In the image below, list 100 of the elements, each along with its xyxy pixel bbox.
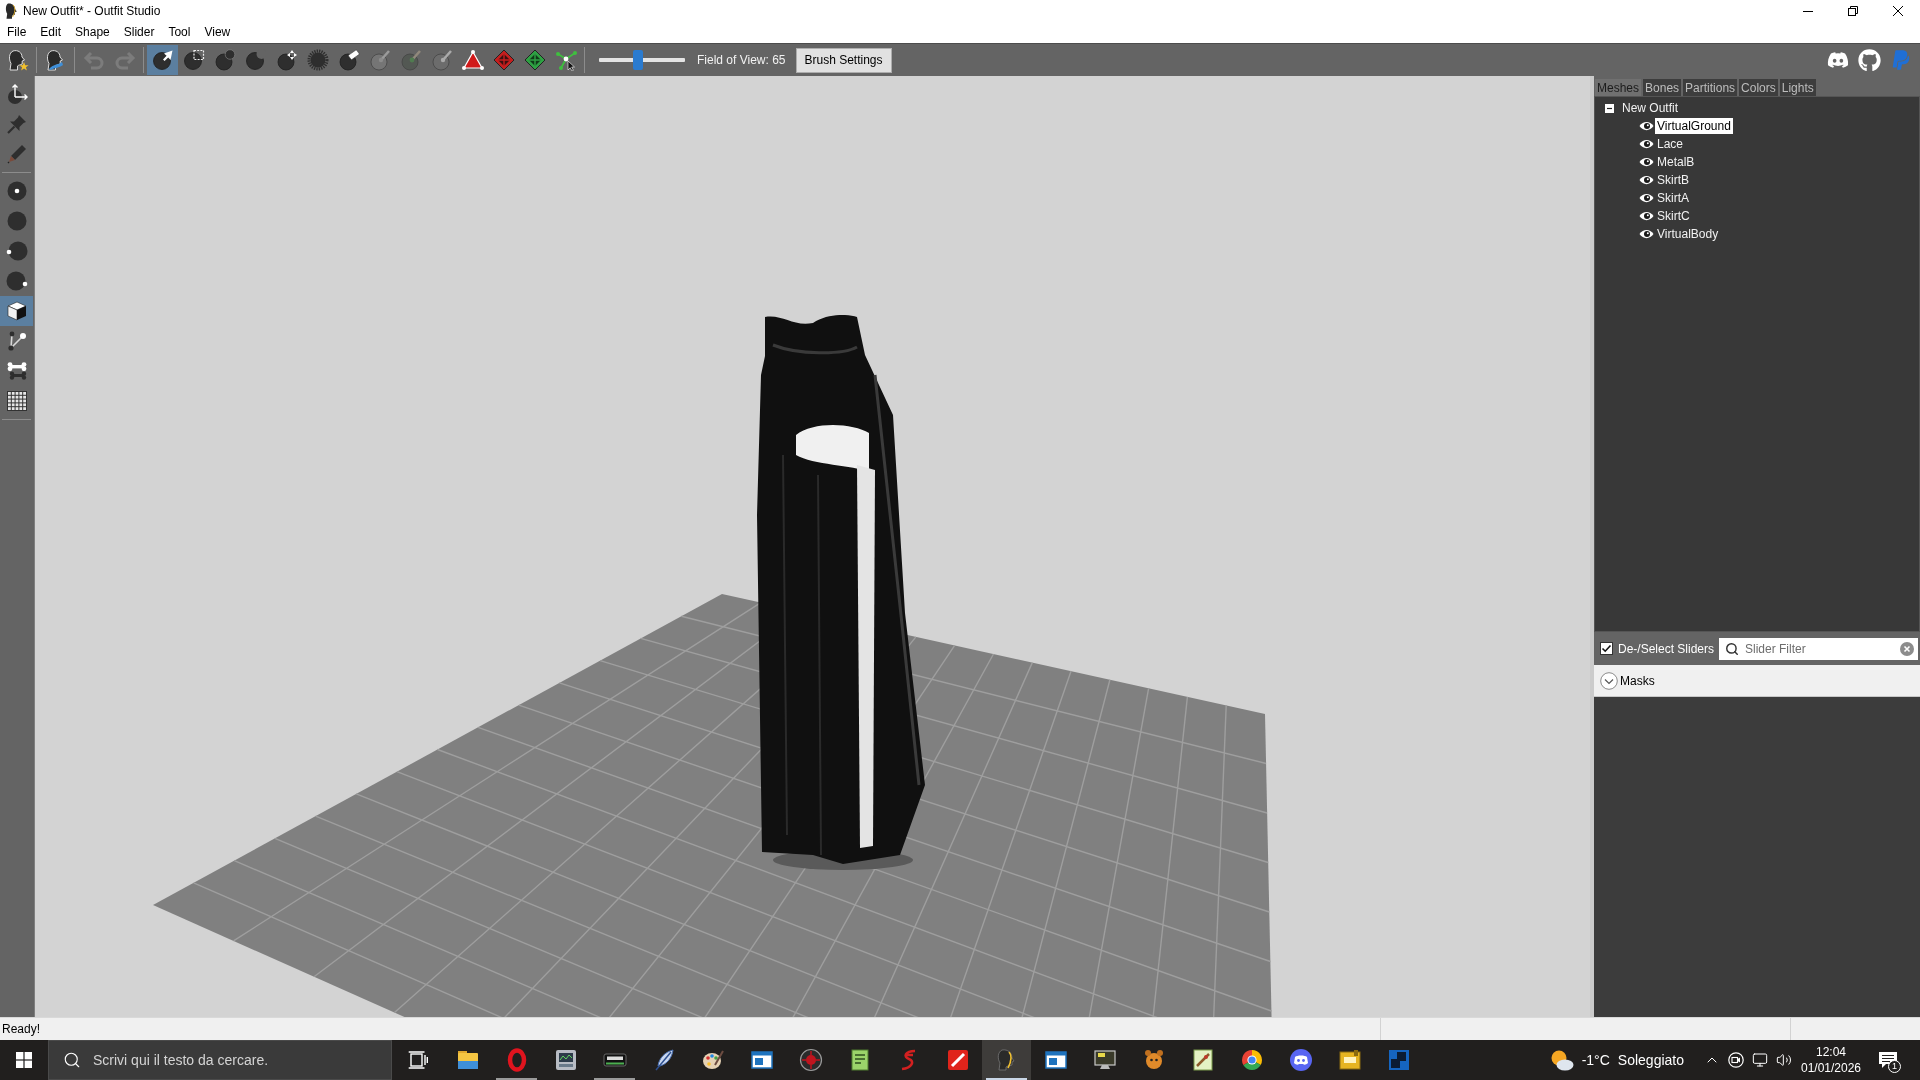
panel-tab[interactable]: Partitions [1683, 79, 1738, 96]
pencil-icon [5, 143, 28, 165]
menu-item[interactable]: Tool [161, 23, 198, 42]
collapse-icon[interactable] [1605, 103, 1614, 113]
window-icon [1043, 1048, 1068, 1072]
status-text: Ready! [2, 1022, 41, 1036]
square-logo-icon [945, 1048, 970, 1072]
slider-filter-field[interactable]: Slider Filter [1719, 637, 1918, 660]
window-title: New Outfit* - Outfit Studio [23, 4, 161, 18]
cube-icon [5, 300, 28, 322]
start-icon [16, 1052, 32, 1068]
tree-item[interactable]: SkirtB [1655, 172, 1691, 188]
vertices-icon [5, 330, 28, 352]
sphere-brush-icon [368, 49, 391, 71]
diamond-icon [492, 49, 515, 71]
monitor-icon [1092, 1048, 1117, 1072]
panel-tab[interactable]: Colors [1739, 79, 1778, 96]
clock-date: 01/01/2026 [1800, 1061, 1862, 1075]
search-icon [63, 1051, 81, 1069]
task-view-icon [407, 1051, 428, 1069]
eye-icon[interactable] [1639, 211, 1654, 221]
device-icon [553, 1048, 578, 1072]
eye-icon[interactable] [1639, 139, 1654, 149]
menu-item[interactable]: View [197, 23, 238, 42]
checkbox-label[interactable]: De-/Select Sliders [1618, 641, 1715, 656]
triangle-nodes-icon [461, 49, 484, 71]
toolbar-button[interactable] [147, 45, 178, 75]
taskbar-app-button[interactable] [982, 1040, 1031, 1080]
sun-cloud-icon[interactable] [1549, 1049, 1574, 1071]
group-header[interactable]: Masks [1594, 665, 1920, 697]
clock-time: 12:04 [1816, 1045, 1846, 1059]
panel-tab[interactable]: Lights [1779, 79, 1816, 96]
diamond-icon [523, 49, 546, 71]
fuzzy-sphere-icon [306, 49, 329, 71]
eye-icon[interactable] [1639, 229, 1654, 239]
folder-icon [455, 1048, 480, 1072]
bone-icon [5, 360, 28, 382]
tree-item[interactable]: New Outfit [1620, 100, 1680, 116]
github-logo-icon[interactable] [1858, 48, 1881, 72]
slider-thumb[interactable] [632, 50, 643, 70]
tricolor-circle-icon [1239, 1048, 1264, 1072]
menu-item[interactable]: File [0, 23, 34, 42]
squares-icon [1386, 1048, 1411, 1072]
restore-icon [1847, 6, 1858, 16]
search-input[interactable]: Scrivi qui il testo da cercare. [93, 1041, 391, 1079]
checkbox[interactable] [1600, 642, 1613, 655]
panel-tab[interactable]: Bones [1643, 79, 1682, 96]
tree-item[interactable]: Lace [1655, 136, 1686, 152]
brush-settings-button[interactable]: Brush Settings [795, 47, 892, 73]
palette-button[interactable] [0, 296, 33, 326]
sphere-eraser-icon [337, 49, 360, 71]
minimize-icon [1802, 10, 1813, 12]
axes-icon [5, 83, 28, 105]
box-icon [1337, 1048, 1362, 1072]
search-icon [1725, 641, 1739, 656]
document-icon [1190, 1048, 1215, 1072]
sphere-selection-icon [182, 49, 205, 71]
tree-item[interactable]: SkirtA [1655, 190, 1691, 206]
app-icon [5, 3, 17, 19]
menu-item[interactable]: Slider [116, 23, 162, 42]
pin-icon [5, 113, 28, 135]
undo-icon [82, 49, 105, 71]
chevron-down-icon [1600, 671, 1618, 690]
tree-item[interactable]: VirtualBody [1655, 226, 1721, 242]
eye-icon[interactable] [1639, 121, 1654, 131]
redo-icon [113, 49, 136, 71]
eye-icon[interactable] [1639, 193, 1654, 203]
slider-filter-input[interactable]: Slider Filter [1745, 637, 1894, 660]
sphere-brush-icon [399, 49, 422, 71]
sphere-brush-icon [430, 49, 453, 71]
bust-star-icon [6, 49, 29, 71]
search-field[interactable]: Scrivi qui il testo da cercare. [48, 1040, 392, 1080]
eye-icon[interactable] [1639, 175, 1654, 185]
sphere-dent-icon [244, 49, 267, 71]
monitor-icon[interactable] [1752, 1052, 1768, 1068]
clear-icon[interactable] [1900, 641, 1914, 656]
weather-condition-text: Soleggiato [1617, 1052, 1684, 1068]
circle-dot-icon [5, 270, 28, 292]
circle-dot-icon [5, 180, 28, 202]
round-logo-icon [1288, 1048, 1313, 1072]
tree-item[interactable]: MetalB [1655, 154, 1697, 170]
sphere-arrows-icon [275, 49, 298, 71]
fov-label: Field of View: 65 [697, 53, 786, 67]
eye-icon[interactable] [1639, 157, 1654, 167]
menu-item[interactable]: Edit [33, 23, 69, 42]
nodes-cursor-icon [554, 49, 577, 71]
circle-dot-icon [5, 240, 28, 262]
round-emblem-icon [798, 1048, 823, 1072]
circle-icon [5, 210, 28, 232]
menu-item[interactable]: Shape [68, 23, 117, 42]
grid-icon [5, 390, 28, 412]
temperature-text: -1°C [1581, 1052, 1610, 1068]
palette-icon [700, 1048, 725, 1072]
camera-icon[interactable] [1728, 1052, 1744, 1068]
3d-viewport[interactable] [35, 76, 1590, 1017]
tree-item[interactable]: SkirtC [1655, 208, 1692, 224]
notification-count: 1 [1888, 1060, 1901, 1073]
window-icon [749, 1048, 774, 1072]
sphere-bump-icon [213, 49, 236, 71]
speaker-icon[interactable] [1776, 1052, 1792, 1068]
